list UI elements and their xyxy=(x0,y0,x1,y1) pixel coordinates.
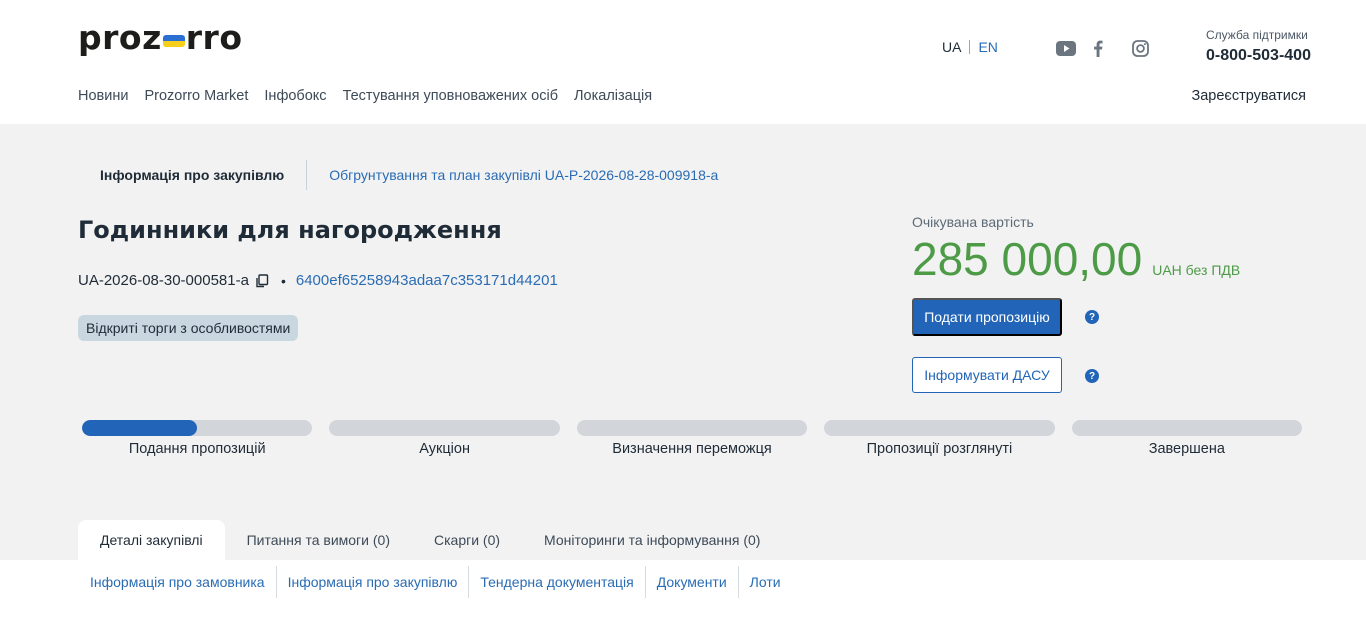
logo-text-left: proz xyxy=(78,18,162,57)
ukraine-flag-icon xyxy=(162,34,185,47)
tab-monitoring[interactable]: Моніторинги та інформування (0) xyxy=(522,520,782,560)
expected-value-amount: 285 000,00 xyxy=(912,233,1143,285)
site-header: proz rro UA EN Служба підтримки 0-800-50… xyxy=(0,0,1366,124)
stage-completed: Завершена xyxy=(1071,420,1303,457)
stage-reviewed: Пропозиції розглянуті xyxy=(824,420,1055,457)
stage-bids: Подання пропозицій xyxy=(82,420,313,457)
subnav-item-procurement[interactable]: Інформація про закупівлю xyxy=(275,566,469,598)
expected-value-amount-row: 285 000,00 UAH без ПДВ xyxy=(912,232,1240,286)
lang-en[interactable]: EN xyxy=(978,39,997,55)
page-title: Годинники для нагородження xyxy=(78,216,502,244)
youtube-icon[interactable] xyxy=(1056,38,1076,58)
tender-id: UA-2026-08-30-000581-a xyxy=(78,272,249,289)
tab-details[interactable]: Деталі закупівлі xyxy=(78,520,225,560)
main-nav: Новини Prozorro Market Інфобокс Тестуван… xyxy=(78,88,652,104)
stage-progress-bar xyxy=(329,420,560,436)
register-link[interactable]: Зареєструватися xyxy=(1191,88,1306,104)
nav-item-market[interactable]: Prozorro Market xyxy=(144,88,248,104)
details-subnav: Інформація про замовника Інформація про … xyxy=(78,566,792,598)
support-label: Служба підтримки xyxy=(1206,28,1308,42)
tender-main: Інформація про закупівлю Обгрунтування т… xyxy=(0,124,1366,560)
expected-value-label: Очікувана вартість xyxy=(912,214,1034,230)
inform-dasu-button[interactable]: Інформувати ДАСУ xyxy=(912,357,1062,393)
expected-value: Очікувана вартість 285 000,00 UAH без ПД… xyxy=(912,214,1240,286)
stage-progress-bar xyxy=(576,420,808,436)
nav-item-testing[interactable]: Тестування уповноважених осіб xyxy=(343,88,558,104)
lang-divider xyxy=(969,40,971,54)
submit-help-icon[interactable]: ? xyxy=(1085,310,1099,324)
tender-tabs: Деталі закупівлі Питання та вимоги (0) С… xyxy=(78,520,782,560)
tender-hash-link[interactable]: 6400ef65258943adaa7c353171d44201 xyxy=(296,272,558,289)
logo-text-right: rro xyxy=(185,18,243,57)
stage-label: Аукціон xyxy=(419,441,470,457)
tender-ids: UA-2026-08-30-000581-a • 6400ef65258943a… xyxy=(78,272,558,289)
tender-stages: Подання пропозицій Аукціон Визначення пе… xyxy=(82,420,1303,457)
expected-value-currency: UAH без ПДВ xyxy=(1152,262,1241,278)
nav-item-news[interactable]: Новини xyxy=(78,88,128,104)
stage-progress-bar xyxy=(1071,420,1303,436)
subnav-item-tender-docs[interactable]: Тендерна документація xyxy=(468,566,644,598)
stage-auction: Аукціон xyxy=(329,420,560,457)
nav-item-localization[interactable]: Локалізація xyxy=(574,88,652,104)
copy-icon[interactable] xyxy=(255,273,269,288)
stage-progress-bar xyxy=(82,420,313,436)
breadcrumb-plan-link[interactable]: Обгрунтування та план закупівлі UA-P-202… xyxy=(329,167,718,183)
nav-item-infobox[interactable]: Інфобокс xyxy=(264,88,326,104)
stage-label: Визначення переможця xyxy=(612,441,772,457)
support-block: Служба підтримки 0-800-503-400 xyxy=(1206,28,1311,65)
tab-questions[interactable]: Питання та вимоги (0) xyxy=(225,520,412,560)
breadcrumb: Інформація про закупівлю Обгрунтування т… xyxy=(100,160,718,190)
support-phone[interactable]: 0-800-503-400 xyxy=(1206,47,1311,65)
lang-ua[interactable]: UA xyxy=(942,39,961,55)
tab-complaints[interactable]: Скарги (0) xyxy=(412,520,522,560)
prozorro-logo[interactable]: proz rro xyxy=(78,18,243,57)
procedure-type-badge: Відкриті торги з особливостями xyxy=(78,315,299,341)
stage-label: Завершена xyxy=(1148,441,1225,457)
stage-label: Подання пропозицій xyxy=(128,441,266,457)
facebook-icon[interactable] xyxy=(1088,38,1108,58)
instagram-icon[interactable] xyxy=(1130,38,1150,58)
subnav-item-documents[interactable]: Документи xyxy=(644,566,738,598)
subnav-item-lots[interactable]: Лоти xyxy=(737,566,792,598)
stage-label: Пропозиції розглянуті xyxy=(866,441,1013,457)
id-separator: • xyxy=(280,272,286,289)
breadcrumb-divider xyxy=(306,160,308,190)
stage-winner: Визначення переможця xyxy=(576,420,808,457)
language-switcher: UA EN xyxy=(942,39,998,55)
stage-progress-bar xyxy=(824,420,1055,436)
stage-progress-fill xyxy=(82,420,198,436)
breadcrumb-current: Інформація про закупівлю xyxy=(100,167,285,183)
inform-help-icon[interactable]: ? xyxy=(1085,369,1099,383)
submit-bid-button[interactable]: Подати пропозицію xyxy=(912,298,1062,336)
subnav-item-customer[interactable]: Інформація про замовника xyxy=(78,566,276,598)
